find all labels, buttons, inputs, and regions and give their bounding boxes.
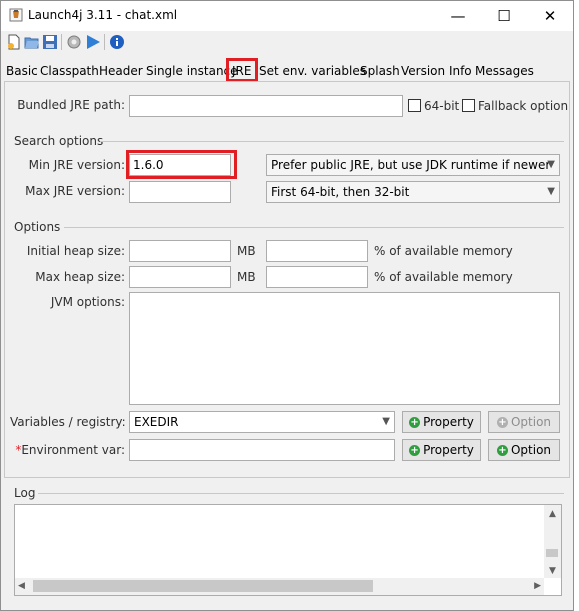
environment-var-text: Environment var: [21, 443, 125, 457]
scroll-down-icon[interactable]: ▼ [544, 566, 561, 576]
min-jre-label: Min JRE version: [28, 158, 125, 172]
jre-tab-highlight [226, 58, 258, 82]
save-icon[interactable] [42, 34, 58, 50]
plus-icon: + [409, 416, 421, 428]
jdk-preference-select[interactable]: Prefer public JRE, but use JDK runtime i… [266, 154, 560, 176]
initial-heap-label: Initial heap size: [26, 244, 125, 258]
options-divider [64, 227, 564, 228]
toolbar-separator [104, 34, 105, 50]
max-jre-label: Max JRE version: [25, 184, 125, 198]
maximize-button[interactable]: ☐ [481, 1, 527, 31]
bundled-jre-input[interactable] [129, 95, 403, 117]
tab-set-env-variables[interactable]: Set env. variables [259, 61, 366, 81]
scroll-thumb[interactable] [546, 549, 558, 557]
run-icon[interactable] [85, 34, 101, 50]
fallback-checkbox[interactable] [462, 99, 475, 112]
toolbar-separator [61, 34, 62, 50]
log-horizontal-scrollbar[interactable]: ◀ ▶ [15, 578, 544, 595]
tab-splash[interactable]: Splash [360, 61, 400, 81]
log-vertical-scrollbar[interactable]: ▲ ▼ [544, 505, 561, 578]
scroll-left-icon[interactable]: ◀ [18, 581, 25, 591]
minimize-button[interactable]: — [435, 1, 481, 31]
search-options-divider [100, 141, 564, 142]
scroll-right-icon[interactable]: ▶ [534, 581, 541, 591]
log-heading: Log [14, 486, 36, 500]
arch-preference-select[interactable]: First 64-bit, then 32-bit ▼ [266, 181, 560, 203]
option-button-label: Option [510, 443, 552, 457]
initial-heap-percent-label: % of available memory [374, 244, 513, 258]
property-button-label: Property [423, 415, 474, 429]
max-heap-percent-label: % of available memory [374, 270, 513, 284]
initial-heap-input[interactable] [129, 240, 231, 262]
initial-heap-unit: MB [237, 244, 256, 258]
info-icon[interactable] [109, 34, 125, 50]
max-jre-input[interactable] [129, 181, 231, 203]
hscroll-thumb[interactable] [33, 580, 373, 592]
tab-messages[interactable]: Messages [475, 61, 534, 81]
chevron-down-icon: ▼ [382, 416, 390, 427]
app-icon [9, 8, 23, 22]
plus-icon: + [409, 444, 421, 456]
plus-icon: + [496, 444, 508, 456]
max-heap-unit: MB [237, 270, 256, 284]
initial-heap-percent-input[interactable] [266, 240, 368, 262]
tab-version-info[interactable]: Version Info [401, 61, 472, 81]
property-button-label: Property [423, 443, 474, 457]
options-heading: Options [14, 220, 61, 234]
settings-icon[interactable] [66, 34, 82, 50]
add-option-button-1[interactable]: + Option [488, 411, 560, 433]
add-property-button-1[interactable]: + Property [402, 411, 481, 433]
max-heap-input[interactable] [129, 266, 231, 288]
tab-classpath[interactable]: Classpath [40, 61, 99, 81]
arch-preference-value: First 64-bit, then 32-bit [271, 185, 410, 199]
new-icon[interactable] [6, 34, 22, 50]
tab-basic[interactable]: Basic [6, 61, 38, 81]
environment-var-input[interactable] [129, 439, 395, 461]
64bit-checkbox[interactable] [408, 99, 421, 112]
max-heap-label: Max heap size: [35, 270, 125, 284]
64bit-label: 64-bit [424, 99, 460, 113]
variables-registry-label: Variables / registry: [10, 415, 126, 429]
search-options-heading: Search options [14, 134, 104, 148]
variables-registry-value: EXEDIR [134, 415, 179, 429]
tab-header[interactable]: Header [99, 61, 143, 81]
min-jre-highlight [126, 150, 237, 179]
open-icon[interactable] [24, 34, 40, 50]
max-heap-percent-input[interactable] [266, 266, 368, 288]
fallback-label: Fallback option [478, 99, 569, 113]
log-divider [38, 493, 564, 494]
add-property-button-2[interactable]: + Property [402, 439, 481, 461]
scroll-up-icon[interactable]: ▲ [544, 509, 561, 519]
option-button-label: Option [510, 415, 552, 429]
tab-single-instance[interactable]: Single instance [146, 61, 238, 81]
bundled-jre-label: Bundled JRE path: [17, 98, 125, 112]
environment-var-label: *Environment var: [10, 443, 125, 457]
window-title: Launch4j 3.11 - chat.xml [28, 8, 178, 22]
close-button[interactable]: ✕ [527, 1, 573, 31]
jdk-preference-value: Prefer public JRE, but use JDK runtime i… [271, 158, 551, 172]
chevron-down-icon: ▼ [547, 159, 555, 170]
jvm-options-label: JVM options: [50, 295, 125, 309]
chevron-down-icon: ▼ [547, 186, 555, 197]
plus-icon: + [496, 416, 508, 428]
add-option-button-2[interactable]: + Option [488, 439, 560, 461]
variables-registry-select[interactable]: EXEDIR ▼ [129, 411, 395, 433]
jvm-options-textarea[interactable] [129, 292, 560, 405]
